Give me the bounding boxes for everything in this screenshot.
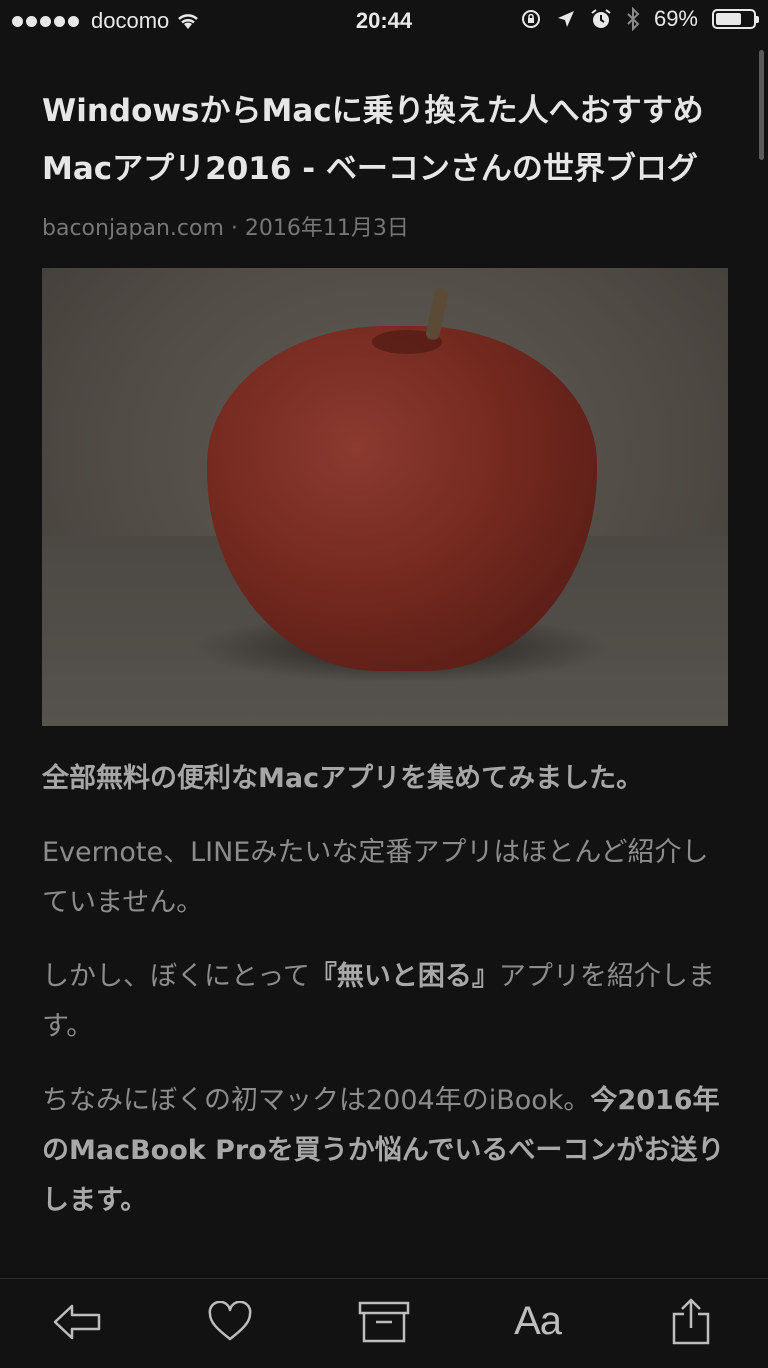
status-bar: docomo 20:44 69% (0, 0, 768, 44)
like-button[interactable] (185, 1287, 275, 1357)
share-button[interactable] (646, 1287, 736, 1357)
heart-icon (208, 1300, 252, 1340)
archive-box-icon (358, 1301, 410, 1342)
back-button[interactable] (32, 1287, 122, 1357)
share-icon (672, 1298, 710, 1344)
article-source[interactable]: baconjapan.com (42, 216, 224, 241)
battery-level (716, 13, 741, 25)
hero-image[interactable] (42, 268, 728, 726)
apple-photo (207, 326, 597, 671)
para2-text-before: しかし、ぼくにとって (42, 961, 310, 992)
article-paragraph-1: Evernote、LINEみたいな定番アプリはほとんど紹介していません。 (42, 837, 709, 918)
arrow-left-icon (53, 1304, 101, 1339)
article-title: WindowsからMacに乗り換えた人へおすすめMacアプリ2016 - ベーコ… (42, 93, 704, 187)
battery-percent: 69% (653, 6, 698, 31)
article-paragraph-2: しかし、ぼくにとって『無いと困る』アプリを紹介します。 (42, 952, 728, 1052)
article-lead: 全部無料の便利なMacアプリを集めてみました。 (42, 763, 644, 794)
article-date: 2016年11月3日 (244, 216, 409, 241)
alarm-icon (591, 9, 611, 28)
font-settings-label: Aa (514, 1299, 562, 1343)
status-right: 69% (520, 6, 759, 32)
para3-text-before: ちなみにぼくの初マックは2004年のiBook。 (42, 1085, 591, 1116)
location-icon (557, 11, 574, 27)
article-paragraph-3: ちなみにぼくの初マックは2004年のiBook。今2016年のMacBook P… (42, 1076, 728, 1226)
meta-separator: · (223, 216, 245, 241)
bluetooth-icon (627, 7, 640, 31)
archive-button[interactable] (339, 1287, 429, 1357)
bottom-toolbar: Aa (0, 1278, 768, 1368)
article-meta: baconjapan.com · 2016年11月3日 (42, 212, 728, 246)
para2-emphasis: 『無いと困る』 (309, 961, 499, 992)
lock-rotation-icon (521, 10, 540, 28)
article-body: 全部無料の便利なMacアプリを集めてみました。 Evernote、LINEみたい… (42, 754, 728, 1226)
battery-icon (712, 9, 759, 29)
font-settings-button[interactable]: Aa (493, 1287, 583, 1357)
scroll-indicator[interactable] (759, 50, 764, 160)
article: WindowsからMacに乗り換えた人へおすすめMacアプリ2016 - ベーコ… (42, 82, 728, 1250)
